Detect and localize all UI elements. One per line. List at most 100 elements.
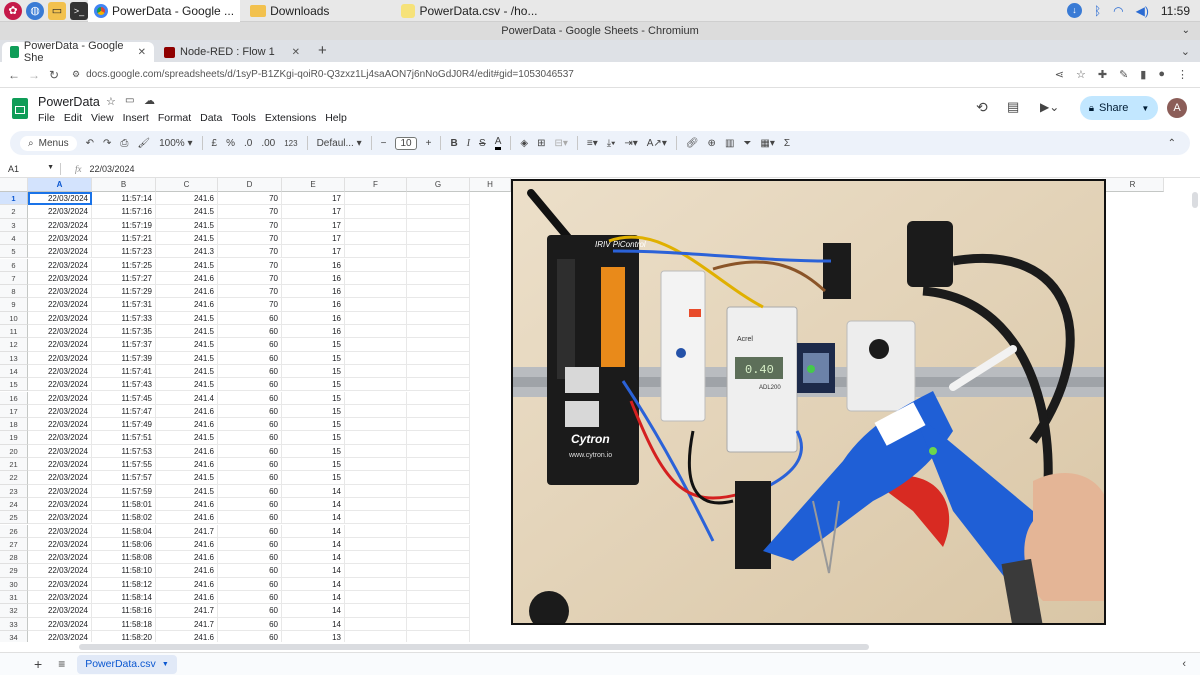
table-cell[interactable]: 60 — [218, 484, 282, 498]
row-header[interactable]: 13 — [0, 351, 28, 365]
table-cell[interactable]: 15 — [282, 378, 345, 392]
table-cell[interactable]: 16 — [282, 298, 345, 312]
table-cell[interactable] — [407, 617, 470, 631]
table-cell[interactable] — [345, 524, 407, 538]
table-cell[interactable] — [407, 458, 470, 472]
table-cell[interactable]: 60 — [218, 364, 282, 379]
column-header-c[interactable]: C — [156, 178, 218, 192]
table-cell[interactable]: 22/03/2024 — [28, 351, 92, 365]
row-header[interactable]: 26 — [0, 524, 28, 538]
table-cell[interactable]: 11:58:06 — [92, 537, 156, 552]
table-cell[interactable]: 60 — [218, 577, 282, 591]
table-cell[interactable]: 241.6 — [156, 551, 218, 565]
table-cell[interactable]: 241.5 — [156, 351, 218, 365]
table-cell[interactable]: 241.6 — [156, 577, 218, 591]
select-all-corner[interactable] — [0, 178, 28, 192]
row-header[interactable]: 27 — [0, 537, 28, 552]
column-header-g[interactable]: G — [407, 178, 470, 192]
all-sheets-icon[interactable]: ≡ — [58, 657, 65, 671]
sheets-logo-icon[interactable] — [12, 98, 28, 119]
row-header[interactable]: 5 — [0, 245, 28, 259]
table-cell[interactable] — [345, 285, 407, 299]
table-cell[interactable]: 22/03/2024 — [28, 484, 92, 498]
table-cell[interactable] — [345, 231, 407, 246]
table-cell[interactable] — [345, 444, 407, 458]
table-cell[interactable]: 60 — [218, 444, 282, 458]
table-cell[interactable]: 241.5 — [156, 311, 218, 325]
table-cell[interactable]: 22/03/2024 — [28, 458, 92, 472]
taskbar-task-downloads[interactable]: Downloads — [244, 0, 335, 22]
table-cell[interactable]: 22/03/2024 — [28, 551, 92, 565]
table-cell[interactable]: 11:57:16 — [92, 205, 156, 219]
row-header[interactable]: 8 — [0, 285, 28, 299]
terminal-icon[interactable]: >_ — [70, 1, 88, 20]
table-cell[interactable] — [407, 404, 470, 419]
table-cell[interactable] — [407, 604, 470, 618]
table-cell[interactable] — [407, 577, 470, 591]
row-header[interactable]: 15 — [0, 378, 28, 392]
table-cell[interactable]: 22/03/2024 — [28, 511, 92, 525]
name-box[interactable]: A1 ▼ — [0, 164, 60, 174]
meet-icon[interactable]: ▶⌄ — [1040, 100, 1059, 114]
table-cell[interactable]: 70 — [218, 231, 282, 246]
row-header[interactable]: 11 — [0, 325, 28, 339]
table-cell[interactable] — [407, 444, 470, 458]
table-cell[interactable]: 60 — [218, 311, 282, 325]
table-cell[interactable]: 241.7 — [156, 524, 218, 538]
table-cell[interactable]: 22/03/2024 — [28, 418, 92, 432]
table-cell[interactable]: 70 — [218, 245, 282, 259]
table-cell[interactable]: 22/03/2024 — [28, 524, 92, 538]
table-cell[interactable] — [345, 325, 407, 339]
table-cell[interactable] — [407, 418, 470, 432]
table-cell[interactable]: 22/03/2024 — [28, 617, 92, 631]
volume-icon[interactable]: ◀) — [1136, 4, 1149, 18]
row-header[interactable]: 33 — [0, 617, 28, 631]
table-cell[interactable] — [345, 418, 407, 432]
redo-icon[interactable]: ↷ — [103, 138, 111, 149]
table-cell[interactable]: 17 — [282, 245, 345, 259]
row-header[interactable]: 21 — [0, 458, 28, 472]
row-header[interactable]: 31 — [0, 591, 28, 605]
table-cell[interactable]: 11:57:33 — [92, 311, 156, 325]
paint-format-icon[interactable]: 🖌︎ — [137, 138, 150, 149]
taskbar-task-chromium[interactable]: PowerData - Google ... — [88, 0, 241, 22]
insert-chart-icon[interactable]: ▥ — [725, 138, 734, 149]
table-cell[interactable] — [345, 511, 407, 525]
table-cell[interactable] — [407, 524, 470, 538]
reload-icon[interactable]: ↻ — [44, 68, 64, 82]
table-cell[interactable] — [345, 218, 407, 232]
table-cell[interactable] — [407, 391, 470, 405]
column-header-e[interactable]: E — [282, 178, 345, 192]
horizontal-align-icon[interactable]: ≡▾ — [587, 138, 598, 149]
scrollbar-thumb[interactable] — [79, 644, 869, 650]
table-cell[interactable]: 22/03/2024 — [28, 431, 92, 445]
table-cell[interactable]: 11:58:16 — [92, 604, 156, 618]
forward-icon[interactable]: → — [24, 68, 44, 82]
table-cell[interactable]: 241.6 — [156, 418, 218, 432]
vertical-scrollbar[interactable] — [1192, 192, 1198, 208]
table-cell[interactable]: 22/03/2024 — [28, 591, 92, 605]
menu-tools[interactable]: Tools — [231, 112, 256, 124]
table-cell[interactable] — [407, 192, 470, 206]
table-cell[interactable]: 22/03/2024 — [28, 298, 92, 312]
row-header[interactable]: 25 — [0, 511, 28, 525]
table-cell[interactable]: 60 — [218, 325, 282, 339]
table-cell[interactable] — [345, 484, 407, 498]
table-cell[interactable]: 241.5 — [156, 205, 218, 219]
back-icon[interactable]: ← — [4, 68, 24, 82]
row-header[interactable]: 29 — [0, 564, 28, 578]
column-header-f[interactable]: F — [345, 178, 407, 192]
currency-format-button[interactable]: £ — [212, 138, 218, 149]
table-cell[interactable]: 22/03/2024 — [28, 205, 92, 219]
table-cell[interactable] — [407, 245, 470, 259]
table-cell[interactable]: 241.6 — [156, 537, 218, 552]
cloud-status-icon[interactable]: ☁ — [144, 94, 155, 107]
table-cell[interactable]: 14 — [282, 604, 345, 618]
table-cell[interactable]: 11:58:20 — [92, 630, 156, 642]
table-cell[interactable] — [407, 231, 470, 246]
table-cell[interactable]: 11:57:39 — [92, 351, 156, 365]
table-cell[interactable]: 22/03/2024 — [28, 311, 92, 325]
table-cell[interactable]: 17 — [282, 205, 345, 219]
close-tab-icon[interactable]: ✕ — [292, 47, 300, 58]
table-cell[interactable]: 60 — [218, 378, 282, 392]
